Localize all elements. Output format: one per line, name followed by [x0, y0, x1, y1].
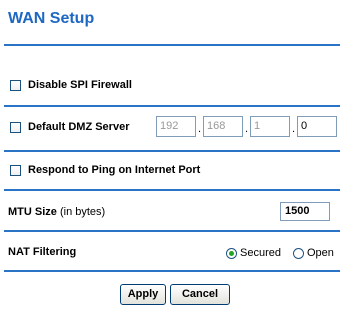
divider — [4, 105, 340, 107]
respond-ping-checkbox[interactable] — [10, 165, 21, 176]
respond-ping-label: Respond to Ping on Internet Port — [28, 164, 201, 176]
divider — [4, 189, 340, 191]
divider — [4, 150, 340, 152]
disable-spi-firewall-label: Disable SPI Firewall — [28, 79, 132, 91]
nat-secured-label: Secured — [240, 247, 281, 259]
mtu-size-label-bold: MTU Size — [8, 206, 57, 218]
nat-open-label: Open — [307, 247, 334, 259]
nat-filtering-label: NAT Filtering — [8, 246, 77, 258]
apply-button[interactable]: Apply — [120, 284, 166, 305]
nat-open-radio[interactable] — [293, 248, 304, 259]
default-dmz-server-checkbox[interactable] — [10, 122, 21, 133]
mtu-size-label: MTU Size (in bytes) — [8, 206, 105, 219]
nat-secured-radio[interactable] — [226, 248, 237, 259]
divider — [4, 230, 340, 232]
mtu-size-input[interactable]: 1500 — [280, 202, 330, 221]
wan-setup-panel: WAN Setup Disable SPI Firewall Default D… — [0, 0, 344, 325]
divider — [4, 270, 340, 272]
cancel-button[interactable]: Cancel — [170, 284, 230, 305]
dmz-ip-octet-3[interactable]: 1 — [250, 116, 290, 137]
dmz-ip-octet-4[interactable]: 0 — [297, 116, 337, 137]
dmz-ip-octet-2[interactable]: 168 — [203, 116, 243, 137]
page-title: WAN Setup — [8, 10, 95, 27]
default-dmz-server-label: Default DMZ Server — [28, 121, 130, 133]
mtu-size-units: (in bytes) — [59, 206, 106, 218]
divider — [4, 44, 340, 46]
ip-dot: . — [198, 123, 202, 135]
dmz-ip-octet-1[interactable]: 192 — [156, 116, 196, 137]
disable-spi-firewall-checkbox[interactable] — [10, 80, 21, 91]
ip-dot: . — [292, 123, 296, 135]
ip-dot: . — [245, 123, 249, 135]
radio-selected-dot — [229, 251, 234, 256]
